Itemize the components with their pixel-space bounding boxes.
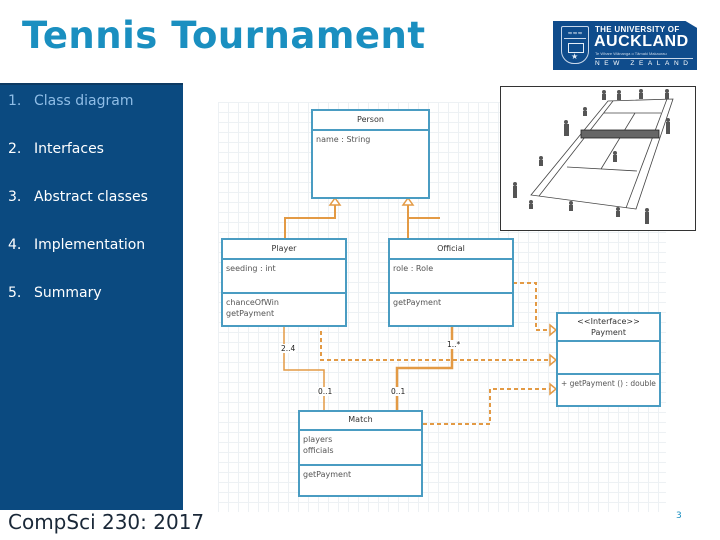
slide-title: Tennis Tournament	[22, 14, 426, 57]
logo-line-3: Te Whare Wānanga o Tāmaki Makaurau	[595, 51, 667, 56]
item-label: Summary	[34, 285, 102, 301]
method: + getPayment () : double	[561, 379, 656, 388]
sidebar-item-implementation[interactable]: 4. Implementation	[8, 237, 145, 253]
page-number: 3	[676, 511, 682, 521]
sidebar: 1. Class diagram 2. Interfaces 3. Abstract …	[0, 85, 183, 510]
class-match[interactable]: Match players officials getPayment	[298, 410, 423, 497]
methods-section: getPayment	[390, 294, 512, 311]
interface-header: <<Interface>> Payment	[558, 314, 659, 342]
attributes-section: name : String	[313, 131, 428, 148]
university-logo: ≈≈≈ ★ THE UNIVERSITY OF AUCKLAND Te Whar…	[553, 21, 697, 70]
crest-icon: ≈≈≈ ★	[561, 26, 589, 64]
class-name: Payment	[590, 328, 627, 337]
item-number: 4.	[8, 237, 22, 253]
sidebar-item-class-diagram[interactable]: 1. Class diagram	[8, 93, 134, 109]
attribute: seeding : int	[226, 264, 276, 273]
stereotype: <<Interface>>	[577, 317, 640, 326]
item-label: Implementation	[34, 237, 146, 253]
attributes-section: role : Role	[390, 260, 512, 294]
item-number: 1.	[8, 93, 22, 109]
class-name: Official	[390, 240, 512, 260]
attributes-section	[558, 342, 659, 375]
method: getPayment	[226, 309, 275, 318]
logo-line-4: NEW ZEALAND	[595, 58, 693, 67]
class-player[interactable]: Player seeding : int chanceOfWin getPaym…	[221, 238, 347, 327]
multiplicity-player: 2..4	[280, 344, 297, 353]
class-name: Player	[223, 240, 345, 260]
method: chanceOfWin	[226, 298, 279, 307]
logo-line-2: AUCKLAND	[594, 33, 689, 50]
class-official[interactable]: Official role : Role getPayment	[388, 238, 514, 327]
multiplicity-official: 1..*	[446, 340, 462, 349]
methods-section: + getPayment () : double	[558, 375, 659, 392]
class-person[interactable]: Person name : String	[311, 109, 430, 199]
course-label: CompSci 230: 2017	[8, 510, 205, 534]
item-number: 5.	[8, 285, 22, 301]
tennis-court-sketch	[513, 89, 674, 224]
attribute: name : String	[316, 135, 371, 144]
attribute: players	[303, 435, 333, 444]
interface-payment[interactable]: <<Interface>> Payment + getPayment () : …	[556, 312, 661, 407]
item-number: 2.	[8, 141, 22, 157]
methods-section: getPayment	[300, 466, 421, 483]
multiplicity-match-player: 0..1	[317, 387, 334, 396]
attribute: role : Role	[393, 264, 434, 273]
item-number: 3.	[8, 189, 22, 205]
class-name: Person	[313, 111, 428, 131]
attributes-section: players officials	[300, 431, 421, 466]
sidebar-item-abstract-classes[interactable]: 3. Abstract classes	[8, 189, 148, 205]
sidebar-item-interfaces[interactable]: 2. Interfaces	[8, 141, 104, 157]
class-name: Match	[300, 412, 421, 431]
attributes-section: seeding : int	[223, 260, 345, 294]
item-label: Class diagram	[34, 93, 134, 109]
sidebar-item-summary[interactable]: 5. Summary	[8, 285, 102, 301]
attribute: officials	[303, 446, 334, 455]
multiplicity-match-official: 0..1	[390, 387, 407, 396]
method: getPayment	[393, 298, 442, 307]
item-label: Interfaces	[34, 141, 104, 157]
method: getPayment	[303, 470, 352, 479]
methods-section: chanceOfWin getPayment	[223, 294, 345, 322]
tennis-court-image	[500, 86, 696, 231]
item-label: Abstract classes	[34, 189, 148, 205]
